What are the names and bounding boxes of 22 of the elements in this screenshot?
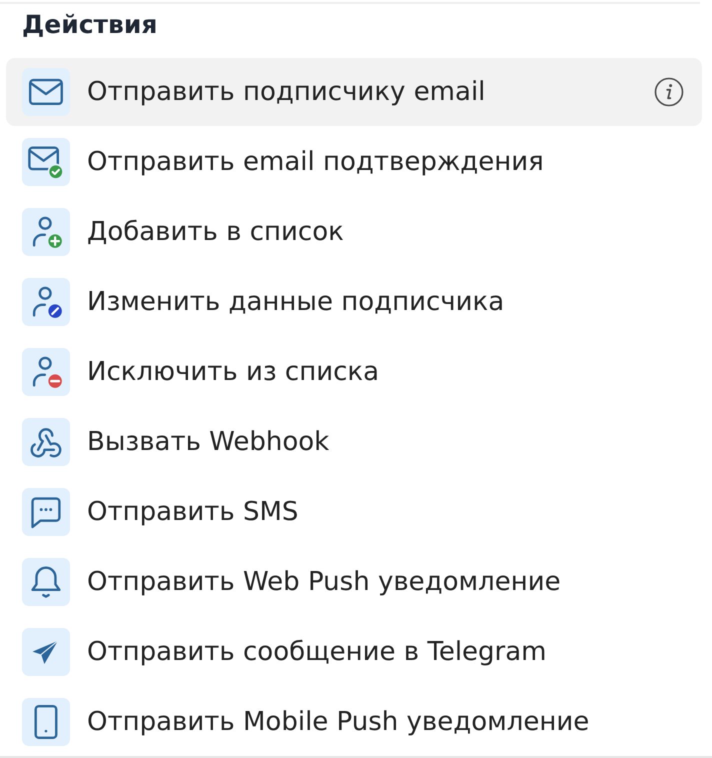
smartphone-icon (22, 698, 70, 746)
section-title: Действия (21, 9, 158, 40)
paper-plane-icon (22, 628, 70, 676)
user-plus-icon (22, 208, 70, 256)
action-item[interactable]: Отправить email подтверждения (6, 128, 702, 196)
info-icon[interactable] (654, 77, 684, 107)
action-item[interactable]: Отправить Web Push уведомление (6, 548, 702, 616)
action-item[interactable]: Исключить из списка (6, 338, 702, 406)
user-minus-icon (22, 348, 70, 396)
webhook-icon (22, 418, 70, 466)
bell-icon (22, 558, 70, 606)
action-item[interactable]: Вызвать Webhook (6, 408, 702, 476)
action-item[interactable]: Отправить подписчику email (6, 58, 702, 126)
action-item[interactable]: Отправить сообщение в Telegram (6, 618, 702, 686)
user-pencil-icon (22, 278, 70, 326)
envelope-icon (22, 68, 70, 116)
action-item[interactable]: Изменить данные подписчика (6, 268, 702, 336)
action-item[interactable]: Отправить Mobile Push уведомление (6, 688, 702, 756)
action-item[interactable]: Отправить SMS (6, 478, 702, 546)
chat-bubble-icon (22, 488, 70, 536)
envelope-check-icon (22, 138, 70, 186)
action-item[interactable]: Добавить в список (6, 198, 702, 266)
